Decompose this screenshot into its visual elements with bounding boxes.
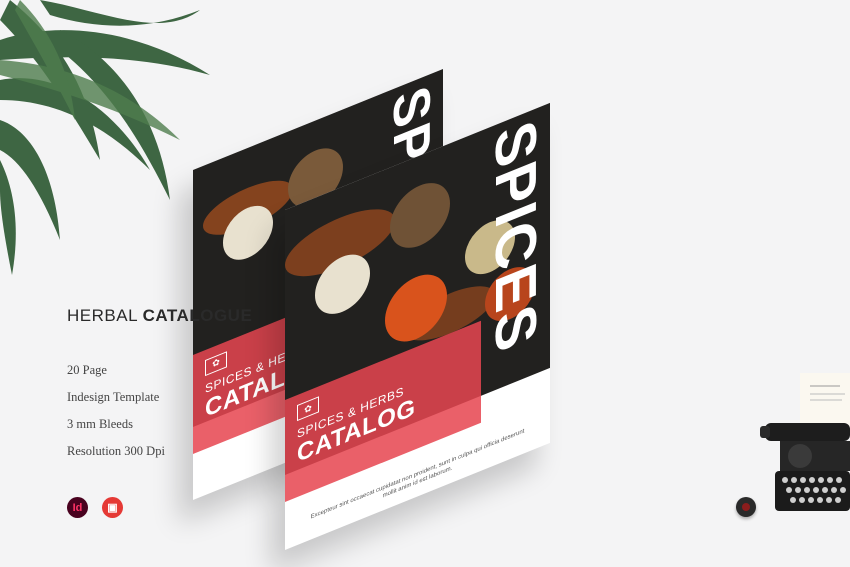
feature-item: 20 Page xyxy=(67,363,107,377)
title-light: HERBAL xyxy=(67,306,138,325)
pdf-icon: ▣ xyxy=(102,497,123,518)
product-info: HERBAL CATALOGUE 20 Page Indesign Templa… xyxy=(67,306,287,465)
feature-item: Resolution 300 Dpi xyxy=(67,444,165,458)
feature-item: Indesign Template xyxy=(67,390,160,404)
promo-scene: SPICES ✿ SPICES & HERBS CATALOG SPICES ✿… xyxy=(0,0,850,567)
typewriter-image xyxy=(760,373,850,511)
software-badges: Id ▣ xyxy=(67,497,123,518)
feature-list: 20 Page Indesign Template 3 mm Bleeds Re… xyxy=(67,357,287,465)
typewriter-knob-icon xyxy=(736,497,756,517)
title-bold: CATALOGUE xyxy=(142,306,253,325)
indesign-icon: Id xyxy=(67,497,88,518)
feature-item: 3 mm Bleeds xyxy=(67,417,133,431)
cover-big-word: SPICES xyxy=(483,111,548,363)
product-title: HERBAL CATALOGUE xyxy=(67,306,287,326)
leaf-logo-icon: ✿ xyxy=(297,396,319,422)
